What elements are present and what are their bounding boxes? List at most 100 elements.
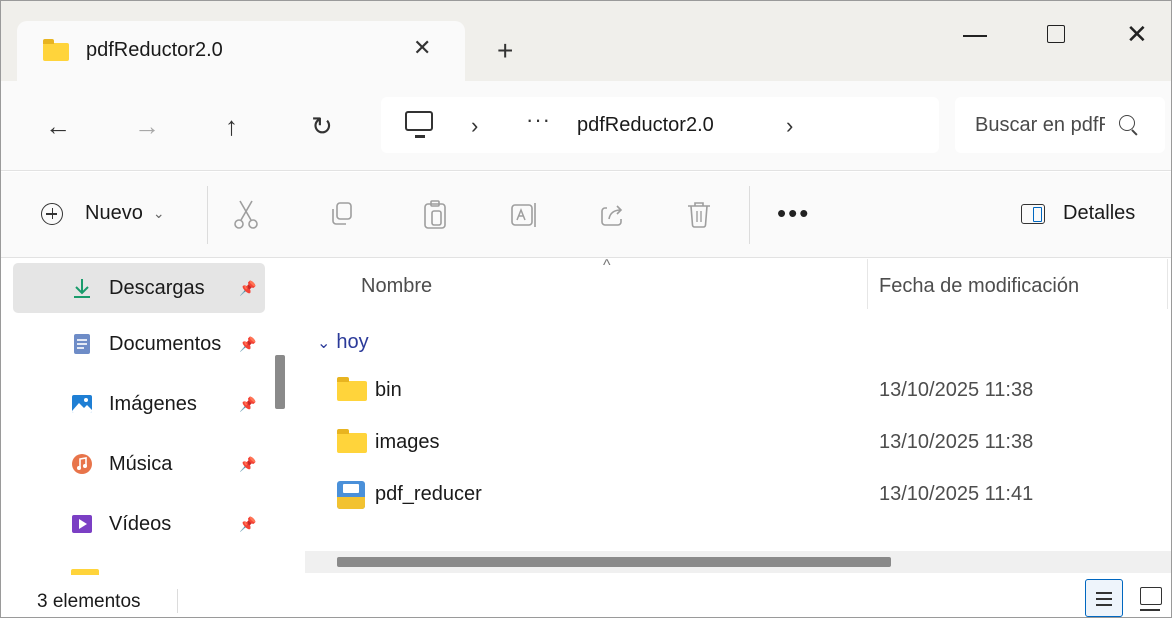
title-bar: pdfReductor2.0 ✕ + ✕ <box>1 1 1171 81</box>
pin-icon: 📌 <box>239 336 257 352</box>
up-button[interactable]: ↑ <box>225 111 238 141</box>
sidebar-item-descargas[interactable]: Descargas 📌 <box>13 263 265 313</box>
plus-circle-icon <box>41 202 63 225</box>
sidebar-item-documentos[interactable]: Documentos 📌 <box>13 319 265 369</box>
file-name: bin <box>375 379 402 401</box>
delete-icon[interactable] <box>684 198 714 232</box>
maximize-button[interactable] <box>1043 19 1073 49</box>
new-button[interactable]: Nuevo ⌄ <box>41 202 165 225</box>
videos-icon <box>72 515 92 533</box>
sidebar-item-label: Documentos <box>109 333 222 355</box>
details-button-label: Detalles <box>1063 202 1136 224</box>
command-bar: Nuevo ⌄ ••• Detalles <box>1 172 1171 258</box>
sidebar-item-label: Imágenes <box>109 393 197 415</box>
folder-icon <box>43 39 69 61</box>
status-divider <box>177 589 178 613</box>
file-explorer-window: pdfReductor2.0 ✕ + ✕ ← → ↑ ↻ › ··· pdfRe… <box>0 0 1172 618</box>
sidebar-item-musica[interactable]: Música 📌 <box>13 439 265 489</box>
toolbar-divider <box>749 186 750 244</box>
column-header-name-label: Nombre <box>361 275 433 297</box>
toolbar-divider <box>207 186 208 244</box>
tab-title: pdfReductor2.0 <box>86 39 223 61</box>
computer-icon[interactable] <box>405 111 433 138</box>
application-icon <box>337 481 365 509</box>
new-tab-button[interactable]: + <box>497 37 513 65</box>
navigation-pane: Descargas 📌 Documentos 📌 Imágenes 📌 Músi… <box>1 259 299 575</box>
group-header-label: hoy <box>336 331 369 353</box>
sidebar-item-label: Descargas <box>109 277 205 299</box>
file-modified-date: 13/10/2025 11:38 <box>879 379 1034 401</box>
paste-icon[interactable] <box>420 198 450 232</box>
column-divider[interactable] <box>867 259 868 309</box>
sidebar-item-partial[interactable] <box>13 559 265 575</box>
sidebar-scrollbar[interactable] <box>275 355 285 409</box>
sidebar-item-label: Vídeos <box>109 513 172 535</box>
refresh-button[interactable]: ↻ <box>311 111 333 141</box>
file-row-bin[interactable]: bin 13/10/2025 11:38 <box>329 367 1159 413</box>
breadcrumb-chevron-icon[interactable]: › <box>786 113 793 139</box>
column-divider[interactable] <box>1167 259 1168 309</box>
sort-ascending-icon: ^ <box>603 259 611 274</box>
pin-icon: 📌 <box>239 456 257 472</box>
pin-icon: 📌 <box>239 516 257 532</box>
navigation-bar: ← → ↑ ↻ › ··· pdfReductor2.0 › <box>1 81 1171 171</box>
close-window-button[interactable]: ✕ <box>1126 19 1156 49</box>
file-row-pdf-reducer[interactable]: pdf_reducer 13/10/2025 11:41 <box>329 471 1159 517</box>
file-list: Nombre ^ Fecha de modificación ⌄ hoy bin … <box>299 259 1171 575</box>
file-modified-date: 13/10/2025 11:38 <box>879 431 1034 453</box>
rename-icon[interactable] <box>509 198 539 232</box>
folder-icon <box>337 429 367 453</box>
folder-icon <box>337 377 367 401</box>
details-button[interactable]: Detalles <box>1021 202 1135 225</box>
pin-icon: 📌 <box>239 396 257 412</box>
breadcrumb-chevron-icon[interactable]: › <box>471 113 478 139</box>
search-icon[interactable] <box>1119 115 1135 131</box>
back-button[interactable]: ← <box>45 111 71 141</box>
document-icon <box>74 334 90 354</box>
copy-glyph <box>332 202 352 225</box>
cut-icon[interactable] <box>231 198 261 232</box>
horizontal-scrollbar-thumb[interactable] <box>337 557 891 567</box>
chevron-down-icon: ⌄ <box>317 335 331 352</box>
tab-close-icon[interactable]: ✕ <box>413 35 431 61</box>
sidebar-item-videos[interactable]: Vídeos 📌 <box>13 499 265 549</box>
item-count: 3 elementos <box>37 591 141 612</box>
list-line <box>1096 592 1112 594</box>
sidebar-item-imagenes[interactable]: Imágenes 📌 <box>13 379 265 429</box>
chevron-down-icon: ⌄ <box>152 205 165 221</box>
file-modified-date: 13/10/2025 11:41 <box>879 483 1034 505</box>
details-view-button[interactable] <box>1085 579 1123 617</box>
file-name: images <box>375 431 440 453</box>
forward-button[interactable]: → <box>134 111 160 141</box>
details-pane-icon <box>1021 203 1045 224</box>
rename-glyph <box>511 203 536 227</box>
trash-icon <box>688 202 710 228</box>
tab-pdfreductor[interactable]: pdfReductor2.0 ✕ <box>17 21 465 81</box>
sidebar-item-label: Música <box>109 453 173 475</box>
breadcrumb-current-folder[interactable]: pdfReductor2.0 <box>577 114 714 137</box>
tiles-view-button[interactable] <box>1133 579 1171 617</box>
file-name: pdf_reducer <box>375 483 482 505</box>
status-bar: 3 elementos <box>1 575 1171 617</box>
file-row-images[interactable]: images 13/10/2025 11:38 <box>329 419 1159 465</box>
download-icon <box>74 279 90 298</box>
share-icon[interactable] <box>597 198 627 232</box>
more-options-button[interactable]: ••• <box>777 198 810 228</box>
group-header-today[interactable]: ⌄ hoy <box>317 331 369 354</box>
breadcrumb-overflow-button[interactable]: ··· <box>526 107 551 133</box>
share-glyph <box>601 205 623 226</box>
new-button-label: Nuevo <box>85 202 143 224</box>
search-box[interactable] <box>955 97 1165 153</box>
copy-icon[interactable] <box>327 198 357 232</box>
music-icon <box>72 454 92 474</box>
pin-icon: 📌 <box>239 280 257 296</box>
search-input[interactable] <box>975 113 1105 137</box>
clipboard-icon <box>424 200 446 229</box>
pictures-icon <box>72 395 92 413</box>
minimize-button[interactable] <box>961 19 991 49</box>
scissors-icon <box>234 200 258 229</box>
list-line <box>1096 604 1112 606</box>
column-header-modified[interactable]: Fecha de modificación <box>879 275 1079 298</box>
address-bar[interactable]: › ··· pdfReductor2.0 › <box>381 97 939 153</box>
column-header-name[interactable]: Nombre <box>361 275 432 298</box>
